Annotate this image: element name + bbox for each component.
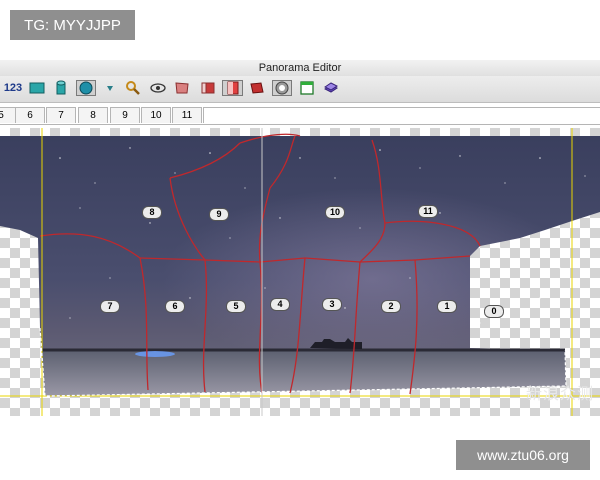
tab-image-9[interactable]: 9 xyxy=(110,107,140,123)
magnifier-icon[interactable] xyxy=(124,80,142,96)
cylinder-view-icon[interactable] xyxy=(52,80,70,96)
tab-image-11[interactable]: 11 xyxy=(172,107,202,123)
top-watermark-badge: TG: MYYJJPP xyxy=(10,10,135,40)
selected-image-icon[interactable] xyxy=(222,80,243,96)
tab-bar-spacer xyxy=(203,107,600,123)
numbered-circle-icon[interactable] xyxy=(272,80,292,96)
canvas-watermark: 新浪众测 xyxy=(526,384,595,403)
layers-book-icon[interactable] xyxy=(322,80,340,96)
snow-ground xyxy=(42,350,566,396)
cube-view-icon[interactable] xyxy=(28,80,46,96)
numbers-tool-button[interactable]: 123 xyxy=(2,80,24,96)
patch-label-1[interactable]: 1 xyxy=(437,300,457,313)
panorama-image xyxy=(0,128,600,416)
image-pair-icon[interactable] xyxy=(199,80,217,96)
window-title-bar: Panorama Editor xyxy=(0,60,600,76)
tab-image-5[interactable]: 5 xyxy=(0,107,16,123)
patch-label-3[interactable]: 3 xyxy=(322,298,342,311)
tab-image-8[interactable]: 8 xyxy=(78,107,108,123)
patch-label-11[interactable]: 11 xyxy=(418,205,438,218)
panorama-canvas[interactable]: 8 9 10 11 7 6 5 4 3 2 1 0 新浪众测 xyxy=(0,128,600,416)
dropdown-arrow-icon[interactable] xyxy=(101,80,119,96)
patch-label-6[interactable]: 6 xyxy=(165,300,185,313)
eye-icon[interactable] xyxy=(149,80,167,96)
image-tabs: 5 6 7 8 9 10 11 xyxy=(0,106,600,125)
patch-label-2[interactable]: 2 xyxy=(381,300,401,313)
window-icon[interactable] xyxy=(298,80,316,96)
tab-image-6[interactable]: 6 xyxy=(15,107,45,123)
horizon-light xyxy=(135,351,175,357)
patch-label-0[interactable]: 0 xyxy=(484,305,504,318)
patch-label-7[interactable]: 7 xyxy=(100,300,120,313)
sphere-view-icon[interactable] xyxy=(76,80,96,96)
image-stack-icon[interactable] xyxy=(248,80,266,96)
patch-label-10[interactable]: 10 xyxy=(325,206,345,219)
patch-label-4[interactable]: 4 xyxy=(270,298,290,311)
toolbar: 123 xyxy=(0,76,600,103)
tab-image-7[interactable]: 7 xyxy=(46,107,76,123)
bottom-watermark-badge: www.ztu06.org xyxy=(456,440,590,470)
patch-label-5[interactable]: 5 xyxy=(226,300,246,313)
window-title: Panorama Editor xyxy=(258,62,342,74)
patch-label-9[interactable]: 9 xyxy=(209,208,229,221)
control-points-icon[interactable] xyxy=(173,80,191,96)
patch-label-8[interactable]: 8 xyxy=(142,206,162,219)
tab-image-10[interactable]: 10 xyxy=(141,107,171,123)
